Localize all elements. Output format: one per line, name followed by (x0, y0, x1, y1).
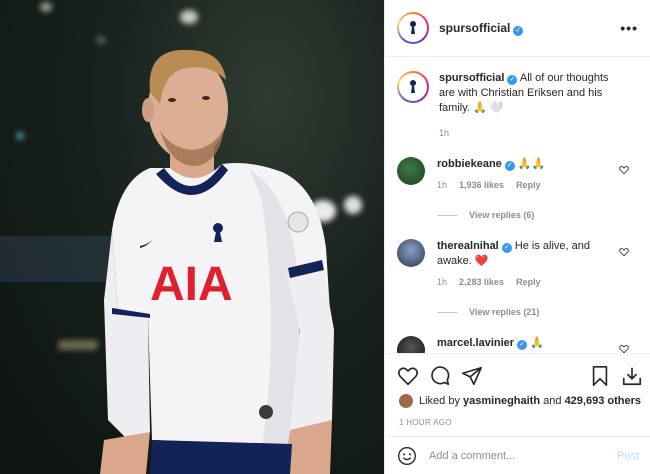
comment-item: marcel.lavinier ✓ 🙏 (397, 336, 639, 353)
liked-by-user[interactable]: yasmineghaith (463, 395, 540, 407)
avatar[interactable] (397, 157, 425, 185)
emoji-smiley-icon[interactable] (397, 446, 417, 466)
jersey-sponsor-text: AIA (150, 258, 233, 311)
caption-username[interactable]: spursofficial (439, 72, 504, 84)
reply-button[interactable]: Reply (516, 275, 541, 290)
username-text[interactable]: spursofficial (439, 21, 510, 35)
like-comment-heart-icon[interactable] (619, 344, 629, 353)
comment-meta: 1h 2,283 likes Reply (437, 275, 617, 290)
post-timestamp[interactable]: 1 HOUR AGO (399, 418, 452, 427)
post-caption: spursofficial ✓ All of our thoughts are w… (397, 71, 627, 141)
story-ring[interactable] (397, 71, 429, 103)
comment-username[interactable]: therealnihal (437, 240, 499, 252)
comment-body: therealnihal ✓ He is alive, and awake. ❤️… (437, 239, 617, 290)
view-replies-label[interactable]: View replies (21) (469, 307, 539, 317)
verified-badge-icon: ✓ (517, 340, 528, 350)
replies-divider (437, 214, 457, 216)
comment-item: therealnihal ✓ He is alive, and awake. ❤️… (397, 239, 639, 290)
add-comment-input[interactable] (429, 450, 599, 462)
caption-time[interactable]: 1h (439, 126, 627, 141)
verified-badge-icon: ✓ (507, 75, 518, 85)
action-icons (397, 364, 643, 388)
avatar (399, 73, 427, 101)
verified-badge-icon: ✓ (501, 243, 512, 253)
view-replies-button[interactable]: View replies (6) (437, 210, 534, 220)
liked-by-others[interactable]: 429,693 others (565, 395, 641, 407)
add-comment-bar: Post (385, 436, 650, 474)
like-comment-heart-icon[interactable] (619, 247, 629, 257)
replies-divider (437, 311, 457, 313)
post-header: spursofficial ✓ ••• (385, 0, 650, 57)
post-side-panel: spursofficial ✓ ••• spursofficial ✓ All of… (384, 0, 650, 474)
liker-avatar[interactable] (399, 394, 413, 408)
comment-likes[interactable]: 2,283 likes (459, 275, 504, 290)
comment-meta: 1h 1,936 likes Reply (437, 178, 617, 193)
liked-by-prefix: Liked by (419, 395, 460, 407)
like-heart-icon[interactable] (397, 365, 419, 387)
post-author-username[interactable]: spursofficial ✓ (439, 21, 524, 36)
caption-body: spursofficial ✓ All of our thoughts are w… (439, 71, 627, 141)
post-photo[interactable]: AIA (0, 0, 384, 474)
avatar (399, 14, 427, 42)
download-icon[interactable] (621, 365, 643, 387)
action-icons-right (579, 365, 643, 387)
comment-username[interactable]: robbiekeane (437, 158, 502, 170)
comment-body: robbiekeane ✓ 🙏🙏 1h 1,936 likes Reply (437, 157, 617, 193)
spurs-logo-icon (410, 21, 416, 34)
liked-by-summary: Liked by yasmineghaith and 429,693 other… (399, 394, 641, 408)
avatar[interactable] (397, 239, 425, 267)
comment-text: 🙏🙏 (517, 158, 546, 170)
more-options-button[interactable]: ••• (620, 20, 638, 36)
comments-list[interactable]: spursofficial ✓ All of our thoughts are w… (385, 57, 650, 353)
comment-likes[interactable]: 1,936 likes (459, 178, 504, 193)
story-ring[interactable] (397, 12, 429, 44)
post-comment-button[interactable]: Post (617, 450, 639, 462)
share-paper-plane-icon[interactable] (461, 365, 483, 387)
view-replies-button[interactable]: View replies (21) (437, 307, 539, 317)
verified-badge-icon: ✓ (513, 25, 524, 36)
comment-item: robbiekeane ✓ 🙏🙏 1h 1,936 likes Reply (397, 157, 639, 193)
instagram-post-modal: AIA spursofficial ✓ ••• spursofficial ✓ … (0, 0, 650, 474)
liked-by-and: and (543, 395, 562, 407)
reply-button[interactable]: Reply (516, 178, 541, 193)
save-bookmark-icon[interactable] (589, 365, 611, 387)
like-comment-heart-icon[interactable] (619, 165, 629, 175)
comment-time[interactable]: 1h (437, 275, 447, 290)
comment-time[interactable]: 1h (437, 178, 447, 193)
comment-body: marcel.lavinier ✓ 🙏 (437, 336, 617, 353)
caption-emoji: 🙏 🤍 (473, 102, 504, 114)
view-replies-label[interactable]: View replies (6) (469, 210, 534, 220)
post-actions: Liked by yasmineghaith and 429,693 other… (385, 353, 650, 474)
footballer-figure: AIA (100, 49, 334, 474)
comment-username[interactable]: marcel.lavinier (437, 337, 514, 349)
verified-badge-icon: ✓ (504, 161, 515, 171)
spurs-logo-icon (410, 80, 416, 93)
comment-text: 🙏 (530, 337, 544, 349)
avatar[interactable] (397, 336, 425, 353)
comment-bubble-icon[interactable] (429, 365, 451, 387)
